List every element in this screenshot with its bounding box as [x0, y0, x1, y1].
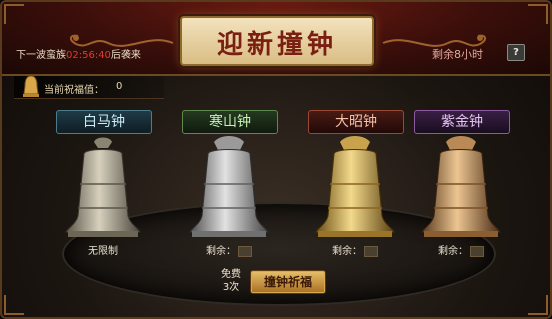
wave-suffix: 后袭来	[110, 50, 141, 61]
bell-count: 无限制	[88, 246, 118, 257]
bell-name-baima: 白马钟	[56, 110, 152, 134]
bell-count-value	[238, 245, 252, 257]
bell-count-row: 剩余：	[406, 242, 516, 257]
bell-name-zijin: 紫金钟	[414, 110, 510, 134]
bell-icon	[189, 136, 269, 237]
bell-icon	[65, 137, 141, 237]
bell-dazhao[interactable]: 大昭钟 剩余：	[300, 110, 410, 260]
help-button[interactable]: ?	[507, 44, 525, 61]
blessing-label: 当前祝福值：	[44, 85, 104, 96]
bell-count-label: 剩余：	[438, 246, 468, 257]
event-panel: 迎新撞钟 下一波蛮族02:56:40后袭来 剩余8小时 ? 当前祝福值： 0 白…	[0, 0, 552, 319]
remaining-time: 剩余8小时	[432, 48, 483, 61]
header: 迎新撞钟 下一波蛮族02:56:40后袭来 剩余8小时 ?	[2, 2, 550, 76]
blessing-bell-icon	[23, 75, 39, 97]
bell-count-row: 剩余：	[174, 242, 284, 257]
bell-name-dazhao: 大昭钟	[308, 110, 404, 134]
ring-bell-button[interactable]: 撞钟祈福	[250, 270, 326, 294]
bell-name-hanshan: 寒山钟	[182, 110, 278, 134]
wave-info: 下一波蛮族02:56:40后袭来	[16, 46, 141, 61]
corner-ornament	[528, 4, 548, 24]
blessing-bar: 当前祝福值： 0	[14, 75, 164, 99]
bell-baima[interactable]: 白马钟 无限制	[48, 110, 158, 260]
bell-count-value	[364, 245, 378, 257]
bell-icon	[421, 136, 501, 237]
corner-ornament	[4, 295, 24, 315]
free-times: 3次	[222, 282, 240, 293]
page-title: 迎新撞钟	[216, 30, 337, 60]
free-count: 免费 3次	[214, 268, 248, 294]
bell-icon	[315, 136, 395, 237]
corner-ornament	[528, 295, 548, 315]
wave-time: 02:56:40	[66, 50, 111, 61]
bell-count-label: 剩余：	[332, 246, 362, 257]
bell-count-row: 剩余：	[300, 242, 410, 257]
bell-zijin[interactable]: 紫金钟 剩余：	[406, 110, 516, 260]
bell-hanshan[interactable]: 寒山钟 剩余：	[174, 110, 284, 260]
wave-prefix: 下一波蛮族	[16, 50, 66, 61]
bell-count-value	[470, 245, 484, 257]
title-plate: 迎新撞钟	[180, 16, 374, 66]
corner-ornament	[4, 4, 24, 24]
bell-count-label: 剩余：	[206, 246, 236, 257]
free-label: 免费	[221, 269, 241, 280]
blessing-value: 0	[116, 81, 123, 92]
